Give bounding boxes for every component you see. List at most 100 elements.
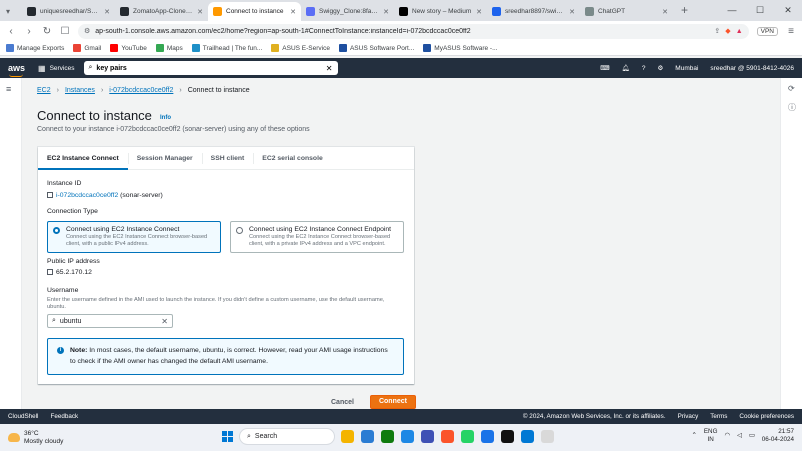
taskbar-app-icon[interactable] — [481, 430, 494, 443]
reload-icon[interactable]: ↻ — [42, 26, 52, 37]
info-link[interactable]: Info — [160, 115, 171, 121]
rewards-icon[interactable]: ▲ — [736, 28, 743, 35]
volume-icon[interactable]: ◁ — [737, 432, 742, 439]
site-info-icon[interactable]: ⚙ — [84, 27, 90, 35]
option-ec2-instance-connect-endpoint[interactable]: Connect using EC2 Instance Connect Endpo… — [230, 221, 404, 253]
aws-logo[interactable]: aws — [8, 63, 30, 77]
brave-shield-icon[interactable]: ◆ — [725, 27, 730, 35]
feedback-link[interactable]: Feedback — [50, 413, 78, 420]
bookmark-item[interactable]: Manage Exports — [6, 44, 64, 52]
clear-search-icon[interactable]: ✕ — [326, 64, 333, 73]
taskbar-app-icon[interactable] — [361, 430, 374, 443]
bookmark-item[interactable]: Gmail — [73, 44, 101, 52]
option-ec2-instance-connect[interactable]: Connect using EC2 Instance Connect Conne… — [47, 221, 221, 253]
close-tab-icon[interactable]: ✕ — [569, 8, 575, 16]
bookmark-item[interactable]: ASUS E-Service — [271, 44, 330, 52]
url-field[interactable]: ⚙ ap-south-1.console.aws.amazon.com/ec2/… — [78, 23, 749, 39]
taskbar-search[interactable]: ⌕ Search — [239, 428, 335, 445]
instance-id-link[interactable]: i-072bcdccac0ce0ff2 — [56, 192, 118, 199]
aws-search-input[interactable]: ⌕ key pairs ✕ — [83, 61, 338, 75]
bookmark-item[interactable]: Trailhead | The fun... — [191, 44, 262, 52]
hamburger-icon[interactable]: ≡ — [6, 84, 11, 94]
cancel-button[interactable]: Cancel — [327, 399, 358, 406]
forward-icon[interactable]: › — [24, 26, 34, 37]
username-value[interactable]: ubuntu — [60, 318, 157, 325]
breadcrumb-instance-id[interactable]: i-072bcdccac0ce0ff2 — [109, 87, 173, 94]
browser-tab[interactable]: sreedhar8897/swiggy Tag✕ — [487, 2, 580, 21]
browser-tab[interactable]: Connect to instance ✕ — [208, 2, 301, 21]
radio-unselected[interactable] — [236, 227, 243, 234]
close-tab-icon[interactable]: ✕ — [383, 8, 389, 16]
browser-tab[interactable]: New story – Medium ✕ — [394, 2, 487, 21]
close-tab-icon[interactable]: ✕ — [197, 8, 203, 16]
cloudshell-link[interactable]: CloudShell — [8, 413, 38, 420]
tab-ssh-client[interactable]: SSH client — [201, 147, 254, 169]
close-tab-icon[interactable]: ✕ — [662, 8, 668, 16]
battery-icon[interactable]: ▭ — [749, 432, 755, 439]
cookie-preferences-link[interactable]: Cookie preferences — [739, 413, 794, 420]
back-icon[interactable]: ‹ — [6, 26, 16, 37]
region-selector[interactable]: Mumbai — [675, 65, 698, 72]
connect-button[interactable]: Connect — [369, 395, 416, 409]
close-tab-icon[interactable]: ✕ — [290, 8, 296, 16]
breadcrumb-ec2[interactable]: EC2 — [37, 87, 51, 94]
menu-icon[interactable]: ≡ — [786, 26, 796, 37]
clear-input-icon[interactable]: ✕ — [161, 317, 168, 326]
browser-tab[interactable]: ZomatoApp-Clone/Github ✕ — [115, 2, 208, 21]
close-tab-icon[interactable]: ✕ — [104, 8, 110, 16]
browser-tab[interactable]: Swiggy_Clone:8fae6ef6-7 ✕ — [301, 2, 394, 21]
new-tab-button[interactable]: + — [673, 2, 696, 21]
taskbar-app-icon[interactable] — [501, 430, 514, 443]
taskbar-app-icon[interactable] — [521, 430, 534, 443]
refresh-icon[interactable]: ⟳ — [788, 84, 795, 93]
breadcrumb: EC2 › Instances › i-072bcdccac0ce0ff2 › … — [37, 87, 250, 94]
help-icon[interactable]: ? — [642, 65, 646, 72]
language-indicator[interactable]: ENG IN — [704, 428, 718, 444]
settings-icon[interactable]: ⚙ — [657, 64, 663, 72]
close-tab-icon[interactable]: ✕ — [476, 8, 482, 16]
tab-search-icon[interactable]: ▾ — [0, 2, 22, 21]
bookmark-icon[interactable]: ☐ — [60, 26, 70, 37]
cloudshell-icon[interactable]: ⌨ — [600, 64, 609, 72]
browser-tab[interactable]: ChatGPT ✕ — [580, 2, 673, 21]
bookmark-favicon-icon — [423, 44, 432, 52]
taskbar-app-icon[interactable] — [541, 430, 554, 443]
wifi-icon[interactable]: ◠ — [724, 432, 730, 439]
tab-ec2-instance-connect[interactable]: EC2 Instance Connect — [38, 147, 128, 170]
taskbar-app-icon[interactable] — [461, 430, 474, 443]
info-panel-icon[interactable]: ⓘ — [788, 102, 796, 113]
taskbar-app-icon[interactable] — [441, 430, 454, 443]
tab-ec2-serial-console[interactable]: EC2 serial console — [253, 147, 331, 169]
minimize-icon[interactable]: — — [718, 0, 746, 21]
weather-widget[interactable]: 36°C Mostly cloudy — [8, 430, 63, 445]
taskbar-app-icon[interactable] — [401, 430, 414, 443]
tab-session-manager[interactable]: Session Manager — [127, 147, 202, 169]
account-menu[interactable]: sreedhar @ 5901-8412-4026 — [710, 65, 794, 72]
chevron-up-icon[interactable]: ⌃ — [692, 432, 697, 439]
bookmark-item[interactable]: YouTube — [110, 44, 147, 52]
username-input[interactable]: ⌕ ubuntu ✕ — [47, 314, 173, 328]
maximize-icon[interactable]: ☐ — [746, 0, 774, 21]
privacy-link[interactable]: Privacy — [678, 413, 699, 420]
bookmark-item[interactable]: MyASUS Software -... — [423, 44, 498, 52]
close-window-icon[interactable]: ✕ — [774, 0, 802, 21]
taskbar-app-icon[interactable] — [341, 430, 354, 443]
copy-icon[interactable] — [47, 269, 53, 275]
share-icon[interactable]: ⇪ — [714, 27, 720, 35]
vpn-button[interactable]: VPN — [756, 26, 778, 36]
bookmark-item[interactable]: Maps — [155, 44, 183, 52]
taskbar-app-icon[interactable] — [421, 430, 434, 443]
terms-link[interactable]: Terms — [710, 413, 727, 420]
browser-tab[interactable]: uniquesreedhar/Swiggy_C ✕ — [22, 2, 115, 21]
taskbar-app-icon[interactable] — [381, 430, 394, 443]
windows-start-icon[interactable] — [222, 431, 233, 442]
breadcrumb-instances[interactable]: Instances — [65, 87, 95, 94]
copy-icon[interactable] — [47, 192, 53, 198]
clock[interactable]: 21:57 06-04-2024 — [762, 428, 794, 444]
radio-selected[interactable] — [53, 227, 60, 234]
username-label: Username — [47, 287, 79, 294]
bookmark-item[interactable]: ASUS Software Port... — [338, 44, 414, 52]
url-text[interactable]: ap-south-1.console.aws.amazon.com/ec2/ho… — [95, 28, 709, 35]
notifications-icon[interactable]: 🔔︎ — [622, 64, 630, 72]
services-menu[interactable]: ▦ Services — [38, 64, 75, 73]
